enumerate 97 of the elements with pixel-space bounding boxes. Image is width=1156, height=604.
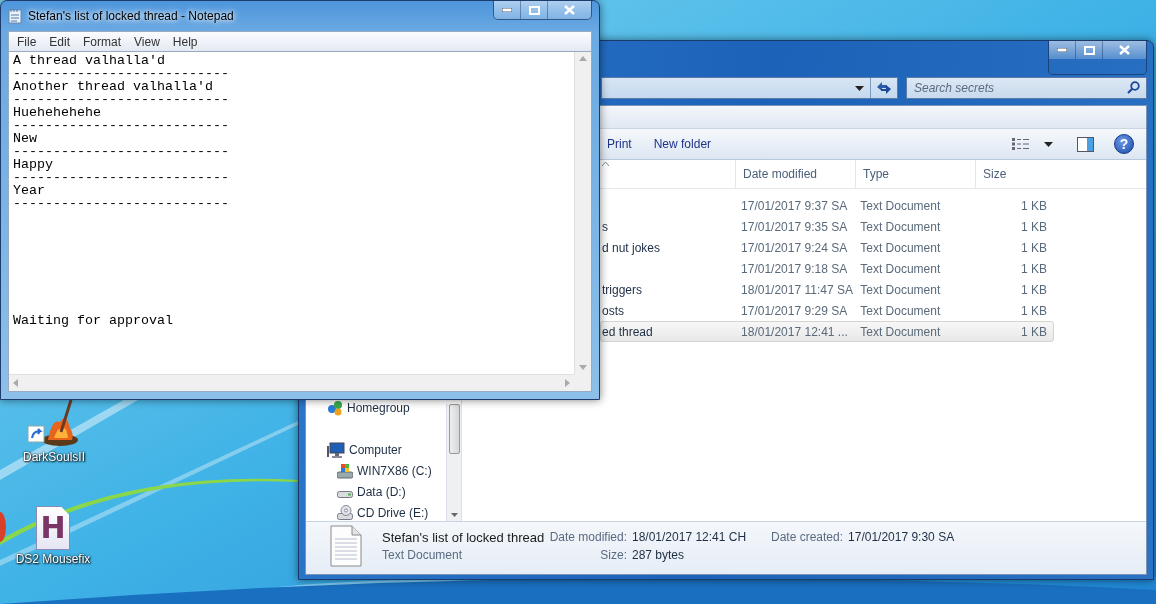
cd-drive-icon <box>337 505 353 520</box>
menu-item[interactable]: Format <box>83 34 122 49</box>
field-value: 287 bytes <box>632 548 686 562</box>
text-file-icon <box>330 525 362 567</box>
nav-item[interactable]: Homegroup <box>306 400 446 415</box>
file-row[interactable]: 17/01/2017 9:37 SA Text Document 1 KB <box>600 195 1054 216</box>
column-header[interactable]: Size <box>975 160 1055 188</box>
refresh-icon <box>876 81 892 95</box>
minimize-icon <box>502 8 512 12</box>
menu-item[interactable]: View <box>134 34 160 49</box>
icon-letter: H <box>40 513 66 543</box>
notepad-icon <box>8 8 22 24</box>
table-cell-text: 1 KB <box>1020 198 1048 213</box>
table-cell-text: Text Document <box>859 219 942 234</box>
maximize-icon <box>528 5 540 15</box>
table-cell-text: 1 KB <box>1020 219 1048 234</box>
maximize-icon <box>1083 45 1095 55</box>
scroll-up-icon[interactable] <box>579 56 587 61</box>
table-cell-text: 17/01/2017 9:29 SA <box>740 303 849 318</box>
scroll-right-icon[interactable] <box>565 379 570 387</box>
toolbar-button[interactable]: New folder <box>648 133 720 155</box>
field-value: 18/01/2017 12:41 CH <box>632 530 748 544</box>
table-cell-text: 18/01/2017 12:41 ... <box>740 324 849 339</box>
search-icon[interactable] <box>1127 81 1140 94</box>
file-name: s <box>602 219 608 234</box>
close-button[interactable] <box>547 1 591 19</box>
preview-pane-icon[interactable] <box>1077 136 1094 152</box>
file-row[interactable]: osts 17/01/2017 9:29 SA Text Document 1 KB <box>600 300 1054 321</box>
search-field[interactable]: Search secrets <box>906 77 1147 99</box>
field-label: Date created: <box>770 530 845 544</box>
icon-label: DS2 Mousefix <box>15 552 91 566</box>
horizontal-scrollbar[interactable] <box>9 374 574 391</box>
file-row[interactable]: triggers 18/01/2017 11:47 SA Text Document 1 KB <box>600 279 1054 300</box>
field-value: 17/01/2017 9:30 SA <box>848 530 956 544</box>
file-row[interactable]: d nut jokes 17/01/2017 9:24 SA Text Document 1 KB <box>600 237 1054 258</box>
maximize-button[interactable] <box>1075 41 1102 59</box>
caret-icon[interactable] <box>1044 141 1053 147</box>
vertical-scrollbar[interactable] <box>574 52 591 374</box>
address-field[interactable] <box>601 77 898 99</box>
help-button[interactable]: ? <box>1114 134 1134 154</box>
app-icon <box>0 512 6 542</box>
table-cell-text: Text Document <box>859 324 942 339</box>
table-cell-text: 1 KB <box>1020 324 1048 339</box>
drive-icon <box>337 490 353 498</box>
table-cell-text: Text Document <box>859 261 942 276</box>
minimize-button[interactable] <box>1049 41 1075 59</box>
file-row[interactable]: s 17/01/2017 9:35 SA Text Document 1 KB <box>600 216 1054 237</box>
close-icon <box>564 5 575 15</box>
table-cell-text: 17/01/2017 9:18 SA <box>740 261 849 276</box>
maximize-button[interactable] <box>520 1 547 19</box>
table-cell-text: Text Document <box>859 198 942 213</box>
nav-item[interactable]: CD Drive (E:) <box>306 505 446 520</box>
file-name: triggers <box>602 282 642 297</box>
table-cell-text: 1 KB <box>1020 282 1048 297</box>
field-label: Size: <box>599 548 628 562</box>
column-header[interactable]: Type <box>855 160 975 188</box>
menu-item[interactable]: Help <box>172 34 198 49</box>
toolbar-button[interactable]: Print <box>602 133 640 155</box>
table-cell-text: 1 KB <box>1020 240 1048 255</box>
table-cell-text: 18/01/2017 11:47 SA <box>740 282 854 297</box>
nav-item[interactable]: WIN7X86 (C:) <box>306 463 446 478</box>
desktop-icon[interactable]: H DS2 Mousefix <box>13 506 93 566</box>
caret-icon[interactable] <box>855 85 864 91</box>
icon-label: DarkSoulsII <box>23 450 85 464</box>
table-cell-text: Text Document <box>859 303 942 318</box>
file-name: ed thread <box>602 324 653 339</box>
scroll-down-icon[interactable] <box>450 513 458 517</box>
column-header[interactable]: Date modified <box>735 160 855 188</box>
window-title: Stefan's list of locked thread - Notepad <box>28 9 234 23</box>
vertical-scrollbar[interactable] <box>446 404 461 521</box>
file-name: d nut jokes <box>602 240 661 255</box>
close-icon <box>1119 45 1130 55</box>
minimize-button[interactable] <box>494 1 520 19</box>
computer-icon <box>327 441 345 458</box>
system-drive-icon <box>337 462 353 479</box>
table-cell-text: 1 KB <box>1020 303 1048 318</box>
field-label: Date modified: <box>548 530 628 544</box>
nav-item[interactable]: Computer <box>306 442 446 457</box>
table-cell-text: Text Document <box>859 240 942 255</box>
menu-item[interactable]: File <box>17 34 37 49</box>
file-row[interactable]: 17/01/2017 9:18 SA Text Document 1 KB <box>600 258 1054 279</box>
file-name: osts <box>602 303 624 318</box>
table-cell-text: 17/01/2017 9:35 SA <box>740 219 849 234</box>
nav-item[interactable]: Data (D:) <box>306 484 446 499</box>
minimize-icon <box>1057 48 1067 52</box>
table-cell-text: Text Document <box>859 282 942 297</box>
file-row[interactable]: ed thread 18/01/2017 12:41 ... Text Document 1 KB <box>600 321 1054 342</box>
menu-item[interactable]: Edit <box>49 34 71 49</box>
file-type: Text Document <box>382 548 464 562</box>
homegroup-icon <box>327 399 343 416</box>
table-cell-text: 17/01/2017 9:24 SA <box>740 240 849 255</box>
close-button[interactable] <box>1102 41 1146 59</box>
view-list-icon[interactable] <box>1012 137 1030 151</box>
scroll-left-icon[interactable] <box>13 379 18 387</box>
table-cell-text: 17/01/2017 9:37 SA <box>740 198 849 213</box>
file-name: Stefan's list of locked thread <box>382 529 546 545</box>
table-cell-text: 1 KB <box>1020 261 1048 276</box>
